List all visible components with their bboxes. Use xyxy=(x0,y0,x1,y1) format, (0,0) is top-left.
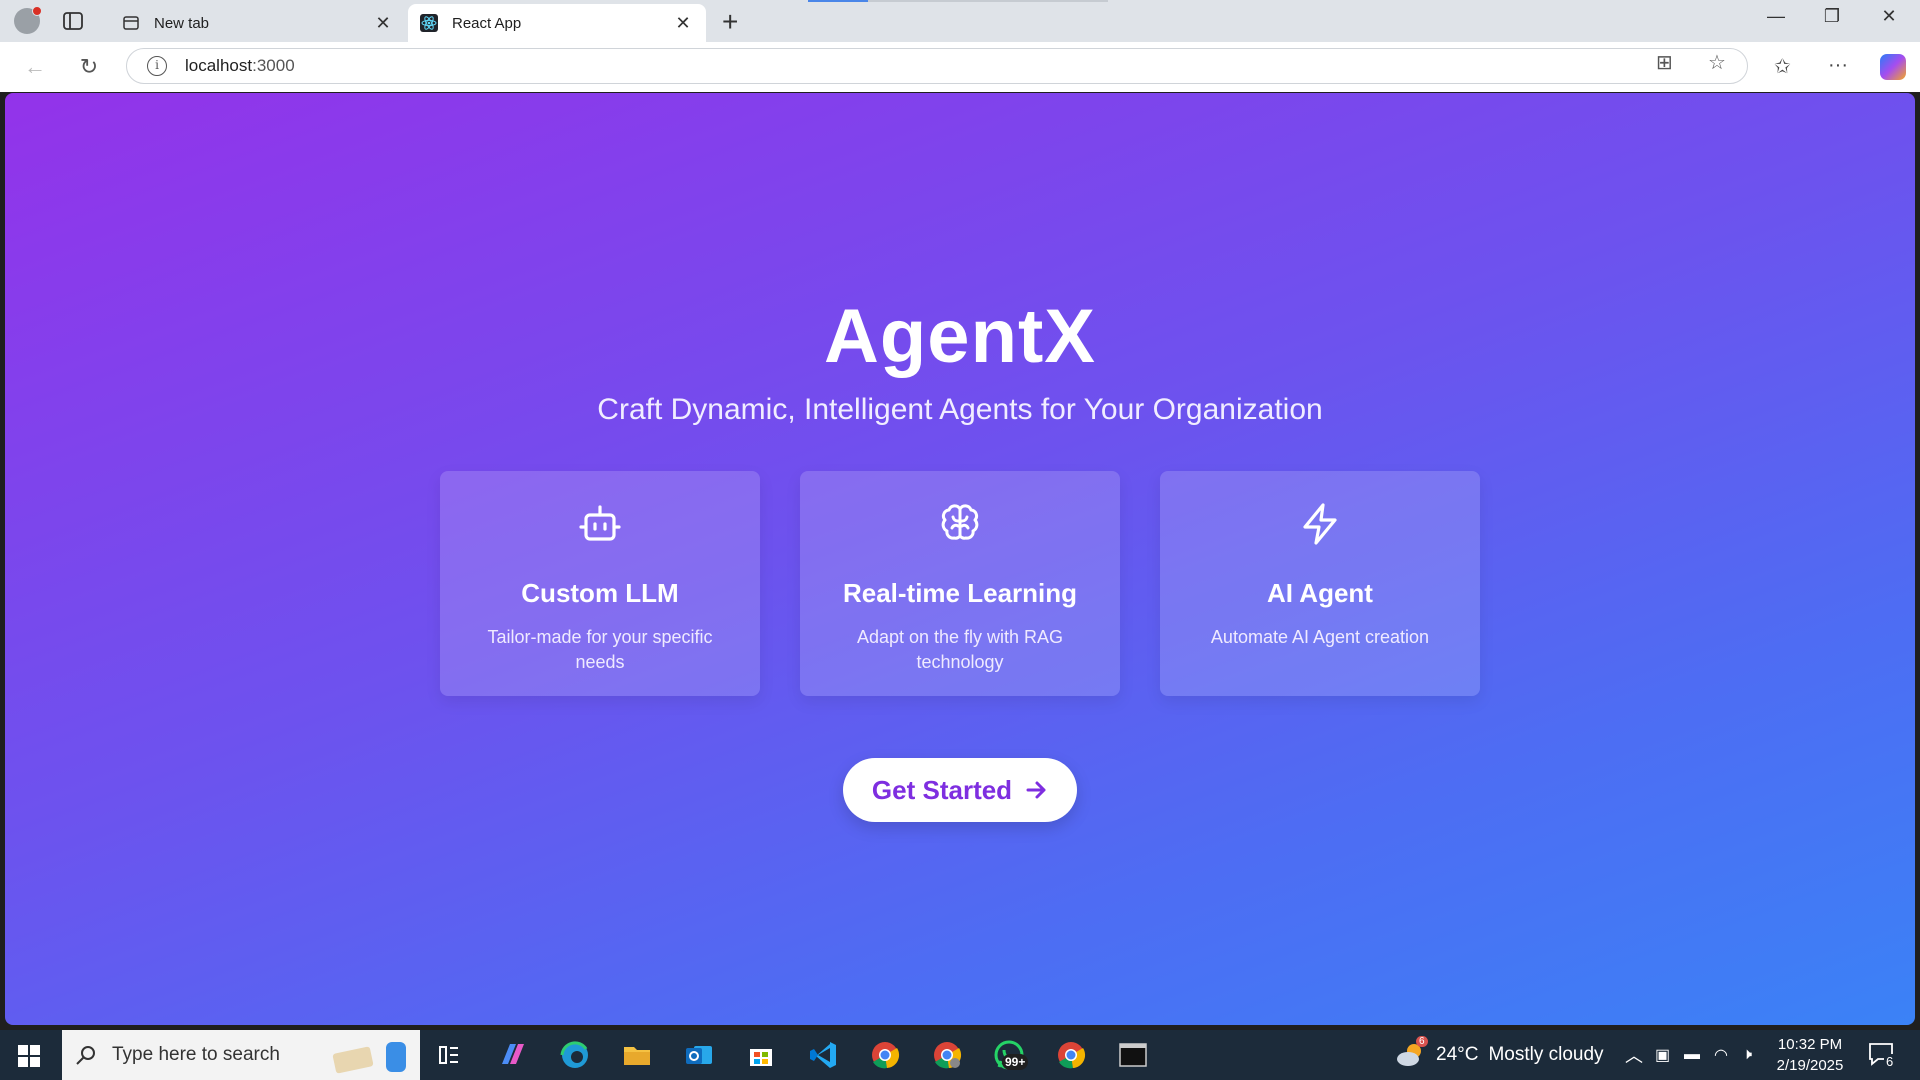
windows-taskbar: Type here to search 99+ 6 24°C Mostly cl… xyxy=(0,1030,1920,1080)
chrome-icon[interactable] xyxy=(868,1038,902,1072)
tab-label: New tab xyxy=(154,14,210,32)
notification-count: 6 xyxy=(1884,1054,1896,1069)
feature-card-ai-agent: AI Agent Automate AI Agent creation xyxy=(1160,471,1480,696)
address-url: localhost:3000 xyxy=(185,56,295,75)
page-subtitle: Craft Dynamic, Intelligent Agents for Yo… xyxy=(597,393,1323,426)
tab-label: React App xyxy=(452,14,522,32)
feature-card-custom-llm: Custom LLM Tailor-made for your specific… xyxy=(440,471,760,696)
clock-time: 10:32 PM xyxy=(1777,1036,1843,1053)
feature-cards: Custom LLM Tailor-made for your specific… xyxy=(440,471,1480,696)
volume-icon[interactable]: 🕨 xyxy=(1742,1030,1752,1080)
edge-browser-icon[interactable] xyxy=(558,1038,592,1072)
weather-alert-count: 6 xyxy=(1416,1036,1428,1047)
task-view-icon[interactable] xyxy=(432,1038,466,1072)
site-info-icon[interactable]: i xyxy=(147,56,167,76)
copilot-app-icon[interactable] xyxy=(496,1038,530,1072)
page-title: AgentX xyxy=(824,294,1096,379)
brain-icon xyxy=(941,504,979,540)
loading-indicator xyxy=(808,0,1108,2)
taskbar-clock[interactable]: 10:32 PM 2/19/2025 xyxy=(1770,1034,1850,1076)
new-tab-plus-icon[interactable]: + xyxy=(722,6,738,38)
copilot-icon[interactable] xyxy=(1880,54,1906,80)
search-placeholder: Type here to search xyxy=(112,1044,280,1065)
more-menu-icon[interactable]: ··· xyxy=(1828,54,1848,77)
get-started-label: Get Started xyxy=(871,774,1013,805)
battery-icon[interactable]: ▬ xyxy=(1684,1030,1700,1080)
wifi-icon[interactable]: ◠ xyxy=(1714,1030,1728,1080)
react-logo-icon xyxy=(420,14,438,32)
browser-titlebar: New tab ✕ React App ✕ + — ❐ ✕ xyxy=(0,0,1920,42)
card-title: Custom LLM xyxy=(521,578,679,608)
minimize-icon[interactable]: — xyxy=(1753,6,1799,27)
card-title: AI Agent xyxy=(1267,578,1373,608)
search-highlight-icon xyxy=(332,1042,406,1074)
terminal-icon[interactable] xyxy=(1116,1038,1150,1072)
show-hidden-icons-chevron[interactable]: ︿ xyxy=(1625,1030,1643,1080)
close-tab-icon[interactable]: ✕ xyxy=(372,13,394,34)
card-title: Real-time Learning xyxy=(842,578,1078,608)
outlook-icon[interactable] xyxy=(682,1038,716,1072)
back-icon[interactable]: ← xyxy=(20,52,50,82)
chrome-profile-icon[interactable] xyxy=(930,1038,964,1072)
meet-now-icon[interactable]: ▣ xyxy=(1655,1030,1670,1080)
feature-card-realtime-learning: Real-time Learning Adapt on the fly with… xyxy=(800,471,1120,696)
window-close-icon[interactable]: ✕ xyxy=(1866,6,1912,27)
refresh-icon[interactable]: ↻ xyxy=(74,52,104,82)
chrome-window-icon[interactable] xyxy=(1054,1038,1088,1072)
tab-actions-icon[interactable] xyxy=(62,10,84,32)
file-explorer-icon[interactable] xyxy=(620,1038,654,1072)
weather-condition: Mostly cloudy xyxy=(1488,1044,1604,1065)
robot-icon xyxy=(579,505,621,541)
card-description: Tailor-made for your specific needs xyxy=(487,627,713,672)
whatsapp-badge: 99+ xyxy=(1002,1054,1029,1070)
vscode-icon[interactable] xyxy=(806,1038,840,1072)
close-tab-icon[interactable]: ✕ xyxy=(672,13,694,34)
tab-react-app[interactable]: React App ✕ xyxy=(408,4,706,42)
page-viewport: AgentX Craft Dynamic, Intelligent Agents… xyxy=(5,93,1915,1025)
weather-widget[interactable]: 6 24°C Mostly cloudy xyxy=(1394,1030,1604,1080)
tab-new-tab[interactable]: New tab ✕ xyxy=(110,4,406,42)
windows-start-icon[interactable] xyxy=(18,1045,40,1067)
search-icon xyxy=(76,1046,95,1065)
address-bar[interactable]: i localhost:3000 xyxy=(126,48,1748,84)
browser-toolbar: ← ↻ i localhost:3000 ⊞ ☆ ✩ ··· xyxy=(0,42,1920,92)
clock-date: 2/19/2025 xyxy=(1776,1057,1844,1074)
taskbar-search-box[interactable]: Type here to search xyxy=(62,1030,420,1080)
profile-avatar[interactable] xyxy=(14,6,42,34)
lightning-icon xyxy=(1303,503,1337,545)
notification-dot xyxy=(32,6,42,16)
weather-temp: 24°C xyxy=(1436,1044,1479,1065)
card-description: Automate AI Agent creation xyxy=(1210,627,1430,647)
microsoft-store-icon[interactable] xyxy=(744,1038,778,1072)
favorites-icon[interactable]: ✩ xyxy=(1774,54,1791,79)
card-description: Adapt on the fly with RAG technology xyxy=(856,627,1064,672)
favorite-star-icon[interactable]: ☆ xyxy=(1708,50,1726,75)
restore-icon[interactable]: ❐ xyxy=(1809,6,1855,27)
get-started-button[interactable]: Get Started xyxy=(843,758,1077,822)
new-tab-icon xyxy=(122,14,140,32)
app-available-icon[interactable]: ⊞ xyxy=(1656,50,1673,75)
arrow-right-icon xyxy=(1026,781,1046,799)
